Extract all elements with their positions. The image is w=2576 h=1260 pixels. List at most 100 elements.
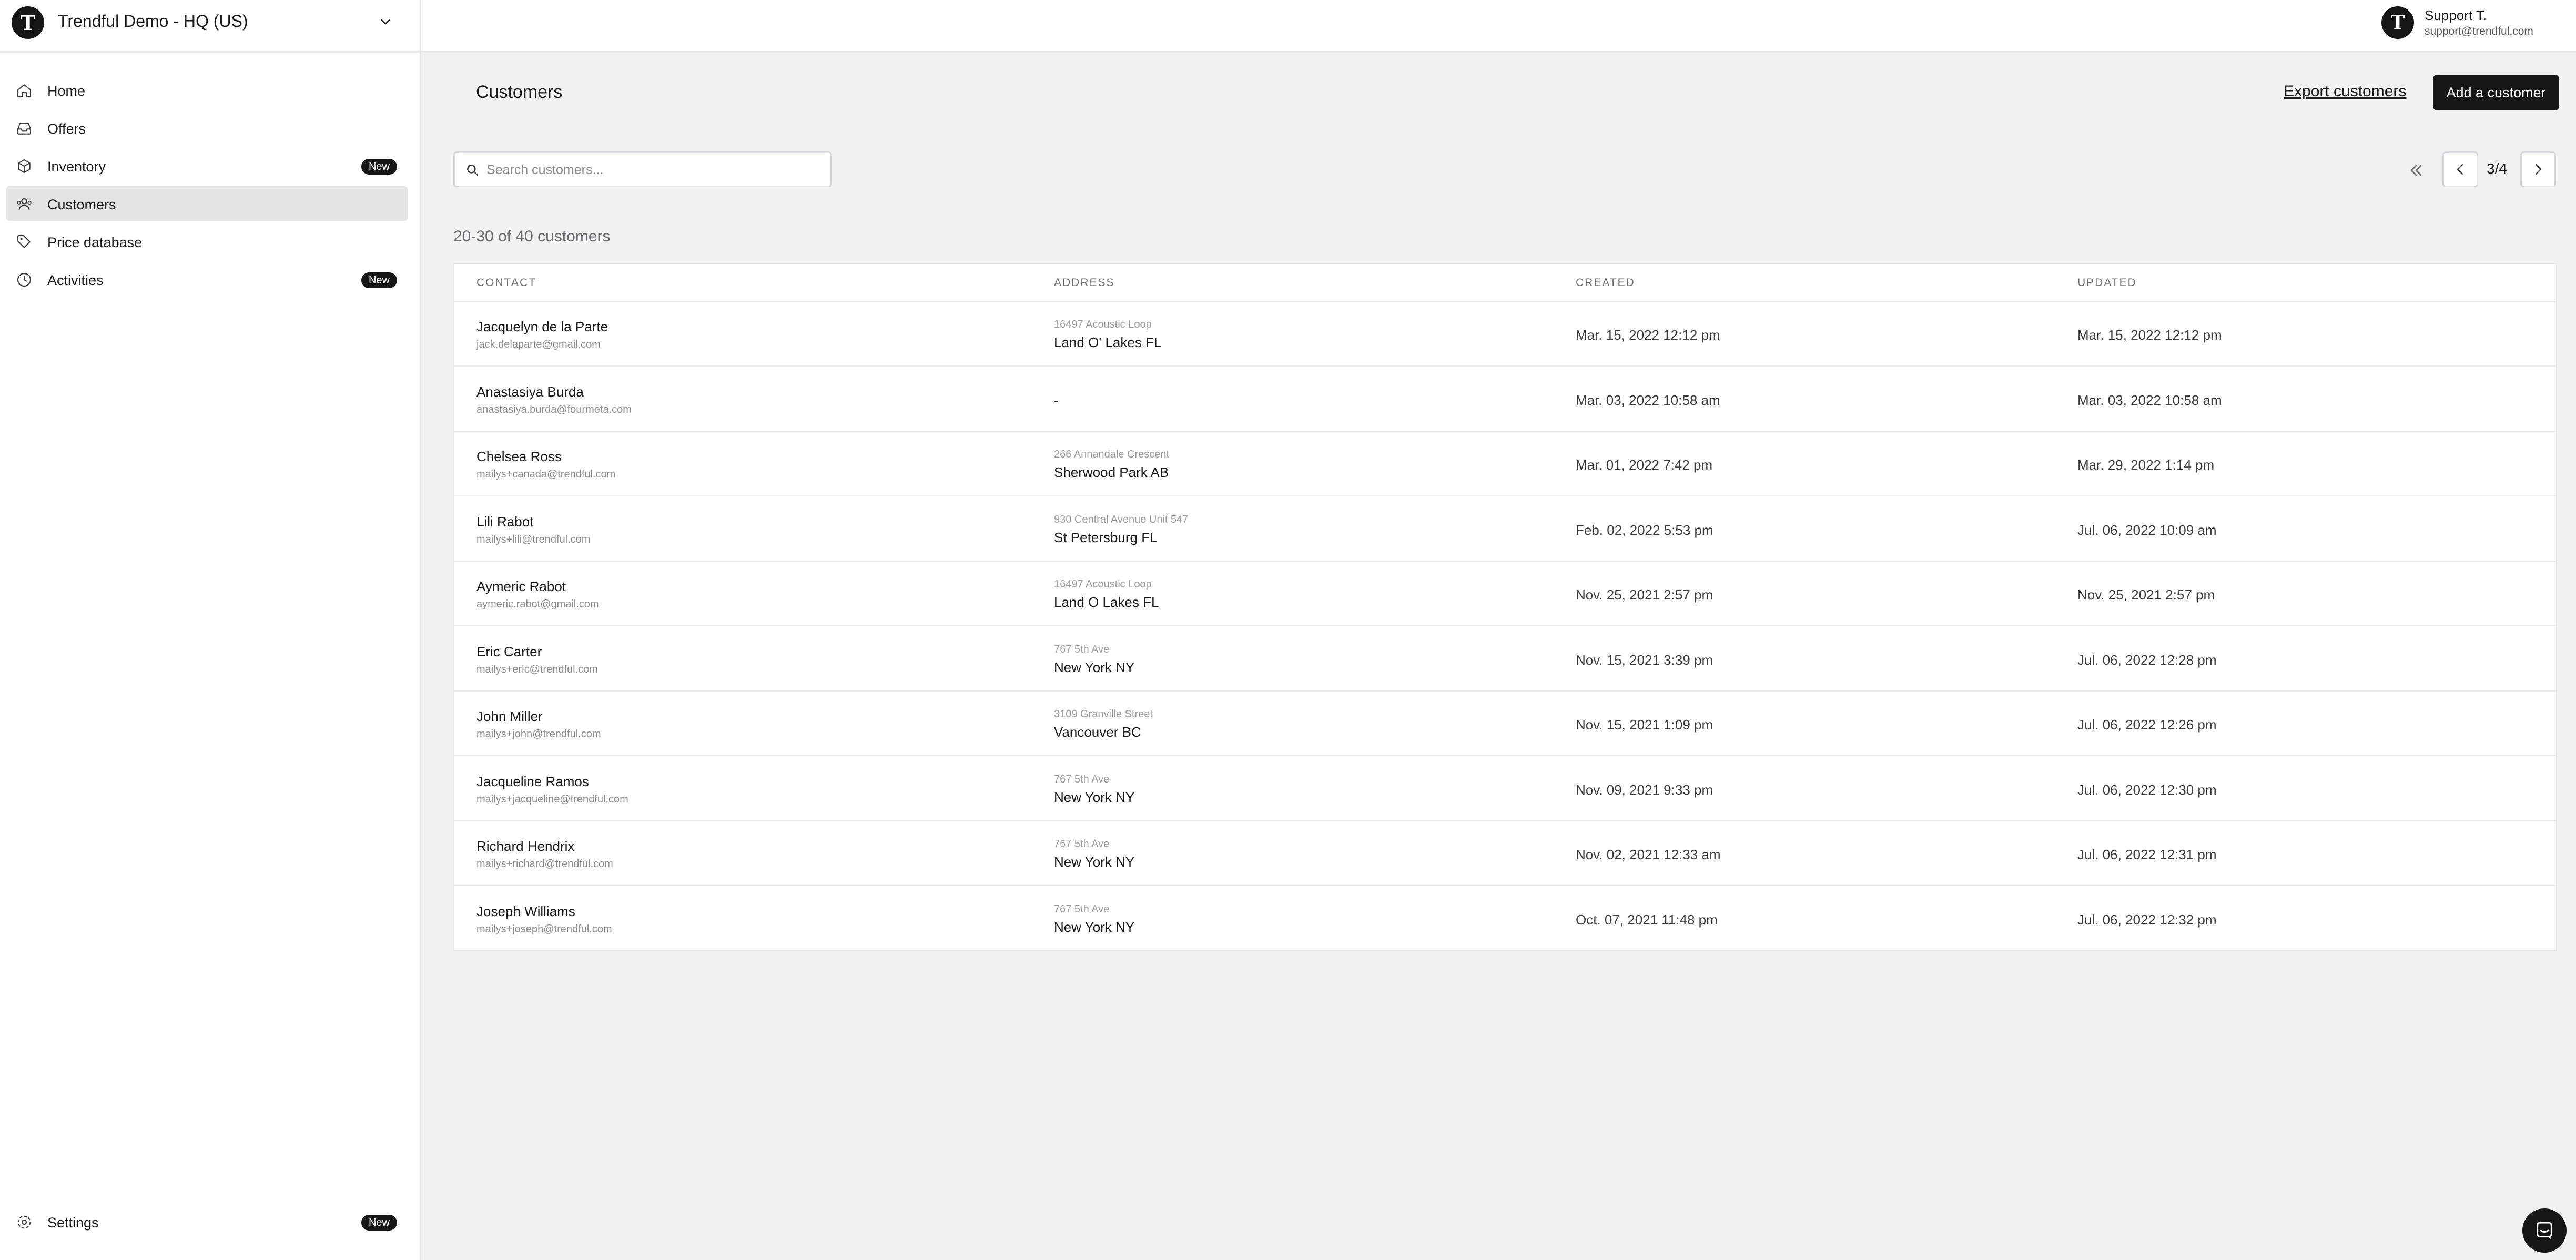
contact-name: John Miller (476, 708, 543, 724)
sidebar-item-label: Customers (47, 197, 116, 212)
contact-email: mailys+joseph@trendful.com (476, 923, 612, 935)
contact-name: Eric Carter (476, 643, 542, 659)
contact-email: mailys+lili@trendful.com (476, 533, 591, 545)
contact-name: Richard Hendrix (476, 838, 575, 854)
updated-date: Jul. 06, 2022 10:09 am (2077, 522, 2217, 538)
sidebar-item-offers[interactable]: Offers (6, 110, 408, 145)
user-avatar[interactable]: T (2381, 6, 2414, 39)
sidebar-item-settings[interactable]: Settings New (6, 1204, 408, 1239)
created-date: Nov. 15, 2021 3:39 pm (1576, 652, 1713, 668)
address-street: 930 Central Avenue Unit 547 (1054, 513, 1189, 525)
sidebar-item-customers[interactable]: Customers (6, 186, 408, 221)
table-row[interactable]: Jacqueline Ramos mailys+jacqueline@trendf… (454, 757, 2556, 821)
user-email: support@trendful.com (2425, 25, 2533, 37)
clock-icon (17, 272, 32, 287)
address-city: Land O' Lakes FL (1054, 334, 1162, 350)
contact-email: mailys+john@trendful.com (476, 728, 601, 740)
contact-name: Aymeric Rabot (476, 578, 566, 594)
updated-date: Mar. 03, 2022 10:58 am (2077, 392, 2222, 408)
sidebar-nav: Home Offers Inventory New Customers Pric… (6, 73, 408, 300)
address-street: 16497 Acoustic Loop (1054, 319, 1152, 330)
export-customers-link[interactable]: Export customers (2284, 83, 2406, 100)
table-row[interactable]: John Miller mailys+john@trendful.com 3109 … (454, 692, 2556, 756)
org-switcher[interactable]: T Trendful Demo - HQ (US) (0, 0, 421, 53)
contact-email: anastasiya.burda@fourmeta.com (476, 403, 632, 415)
created-date: Feb. 02, 2022 5:53 pm (1576, 522, 1713, 538)
chat-button[interactable] (2522, 1208, 2567, 1253)
address-city: - (1054, 392, 1059, 408)
updated-date: Mar. 29, 2022 1:14 pm (2077, 457, 2215, 473)
page-indicator: 3/4 (2487, 160, 2507, 177)
created-date: Mar. 01, 2022 7:42 pm (1576, 457, 1713, 473)
org-logo: T (12, 6, 44, 39)
table-row[interactable]: Lili Rabot mailys+lili@trendful.com 930 Ce… (454, 497, 2556, 562)
search-input[interactable] (485, 158, 824, 181)
result-count: 20-30 of 40 customers (453, 228, 611, 245)
created-date: Nov. 02, 2021 12:33 am (1576, 847, 1721, 862)
search-icon (467, 165, 478, 176)
created-date: Oct. 07, 2021 11:48 pm (1576, 911, 1718, 928)
created-date: Nov. 09, 2021 9:33 pm (1576, 781, 1713, 798)
address-street: 767 5th Ave (1054, 643, 1110, 655)
sidebar-item-price-database[interactable]: Price database (6, 224, 408, 259)
updated-date: Jul. 06, 2022 12:32 pm (2077, 911, 2217, 928)
address-street: 16497 Acoustic Loop (1054, 578, 1152, 590)
table-row[interactable]: Eric Carter mailys+eric@trendful.com 767 5… (454, 627, 2556, 692)
sidebar-item-label: Home (47, 83, 86, 99)
first-page-icon[interactable] (2407, 161, 2426, 180)
table-row[interactable]: Chelsea Ross mailys+canada@trendful.com 26… (454, 432, 2556, 496)
contact-name: Lili Rabot (476, 513, 534, 530)
address-street: 3109 Granville Street (1054, 708, 1153, 720)
sidebar-item-inventory[interactable]: Inventory New (6, 148, 408, 183)
new-badge: New (361, 272, 397, 288)
column-header-address[interactable]: ADDRESS (1054, 277, 1115, 289)
address-city: New York NY (1054, 919, 1135, 935)
address-street: 266 Annandale Crescent (1054, 449, 1170, 460)
next-page-button[interactable] (2520, 151, 2556, 187)
chevron-down-icon[interactable] (379, 15, 392, 28)
table-row[interactable]: Anastasiya Burda anastasiya.burda@fourmet… (454, 367, 2556, 432)
column-header-updated[interactable]: UPDATED (2077, 277, 2137, 289)
sidebar-item-label: Price database (47, 235, 143, 250)
contact-name: Chelsea Ross (476, 449, 562, 464)
address-city: New York NY (1054, 789, 1135, 805)
sidebar-item-label: Inventory (47, 159, 106, 175)
table-row[interactable]: Richard Hendrix mailys+richard@trendful.c… (454, 821, 2556, 886)
users-icon (17, 198, 32, 210)
contact-email: mailys+richard@trendful.com (476, 858, 613, 870)
created-date: Mar. 03, 2022 10:58 am (1576, 392, 1720, 408)
chat-icon (2537, 1222, 2552, 1239)
updated-date: Jul. 06, 2022 12:28 pm (2077, 652, 2217, 668)
sidebar-item-label: Settings (47, 1215, 99, 1231)
address-city: Vancouver BC (1054, 724, 1141, 740)
updated-date: Nov. 25, 2021 2:57 pm (2077, 587, 2215, 603)
created-date: Nov. 25, 2021 2:57 pm (1576, 587, 1713, 603)
table-row[interactable]: Aymeric Rabot aymeric.rabot@gmail.com 1649… (454, 562, 2556, 626)
contact-email: jack.delaparte@gmail.com (476, 339, 601, 350)
created-date: Nov. 15, 2021 1:09 pm (1576, 717, 1713, 733)
contact-name: Jacquelyn de la Parte (476, 319, 608, 334)
new-badge: New (361, 159, 397, 175)
table-row[interactable]: Jacquelyn de la Parte jack.delaparte@gmai… (454, 302, 2556, 367)
contact-email: mailys+eric@trendful.com (476, 663, 598, 675)
sidebar-item-home[interactable]: Home (6, 73, 408, 107)
column-header-created[interactable]: CREATED (1576, 277, 1635, 289)
address-city: New York NY (1054, 854, 1135, 870)
contact-email: aymeric.rabot@gmail.com (476, 598, 599, 610)
created-date: Mar. 15, 2022 12:12 pm (1576, 327, 1720, 343)
address-city: Sherwood Park AB (1054, 464, 1169, 480)
top-bar (421, 0, 2576, 53)
search-box (453, 151, 832, 187)
contact-email: mailys+canada@trendful.com (476, 469, 616, 480)
table-header: CONTACT ADDRESS CREATED UPDATED (454, 264, 2556, 302)
table-row[interactable]: Joseph Williams mailys+joseph@trendful.co… (454, 887, 2556, 951)
tag-icon (17, 235, 31, 248)
add-customer-button[interactable]: Add a customer (2433, 75, 2559, 110)
sidebar-item-activities[interactable]: Activities New (6, 262, 408, 297)
address-street: 767 5th Ave (1054, 838, 1110, 850)
prev-page-button[interactable] (2442, 151, 2478, 187)
column-header-contact[interactable]: CONTACT (476, 277, 536, 289)
contact-name: Anastasiya Burda (476, 383, 584, 400)
address-city: Land O Lakes FL (1054, 594, 1159, 610)
box-icon (18, 159, 31, 174)
